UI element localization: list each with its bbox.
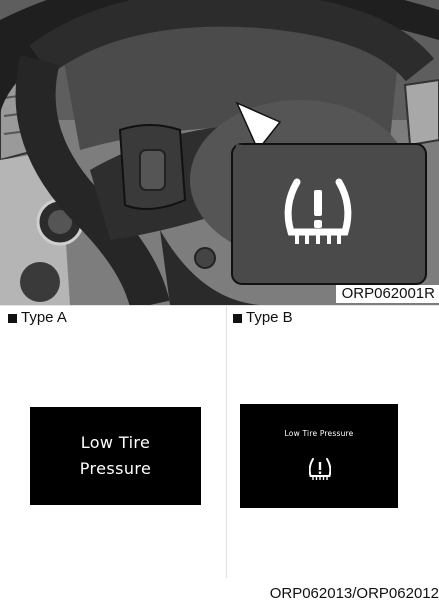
type-a-heading: Type A (8, 309, 67, 327)
photo-code: ORP062001R (335, 285, 439, 303)
type-a-message: Low Tire Pressure (79, 433, 152, 478)
type-b-heading: Type B (233, 309, 293, 327)
type-b-display: Low Tire Pressure (240, 404, 398, 508)
dashboard-photo: ORP062001R (0, 0, 439, 305)
type-a-label: Type A (21, 309, 67, 326)
figure-code: ORP062013/ORP062012 (269, 585, 439, 602)
type-b-message: Low Tire Pressure (284, 429, 354, 438)
square-bullet-icon (233, 313, 242, 323)
tire-pressure-warning-icon (309, 458, 331, 480)
manual-page: ORP062001R Type A Low Tire Pressure Type… (0, 0, 439, 606)
dashboard-illustration (0, 0, 439, 305)
type-b-label: Type B (246, 309, 293, 326)
panel-divider (226, 306, 227, 578)
divider (0, 305, 439, 306)
square-bullet-icon (8, 313, 17, 323)
type-a-display: Low Tire Pressure (30, 407, 201, 505)
